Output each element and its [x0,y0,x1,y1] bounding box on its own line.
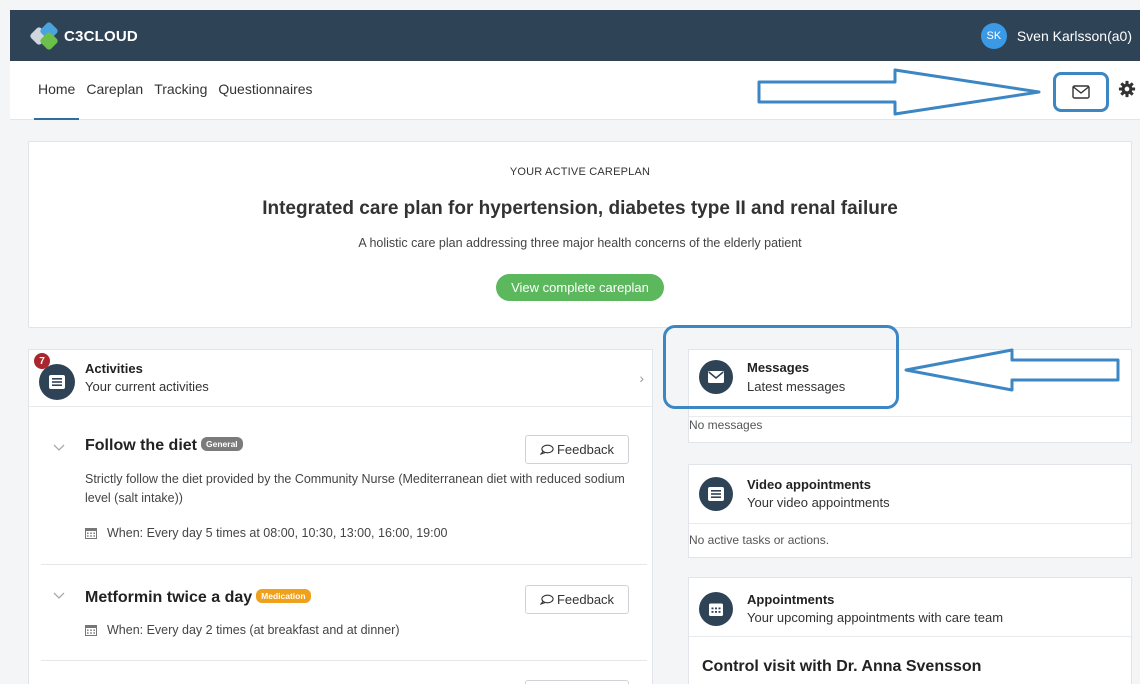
video-appointments-subtitle: Your video appointments [747,495,890,510]
chevron-down-icon[interactable] [53,442,65,454]
careplan-label: YOUR ACTIVE CAREPLAN [509,166,651,178]
general-tag: General [201,437,243,451]
divider [41,660,647,661]
activity-schedule: When: Every day 2 times (at breakfast an… [85,623,400,637]
calendar-icon [85,625,97,636]
feedback-button-partial[interactable] [525,680,629,684]
envelope-icon [1072,85,1090,99]
medication-tag: Medication [256,589,311,603]
active-careplan-card: YOUR ACTIVE CAREPLAN Integrated care pla… [28,141,1132,328]
activity-description: Strictly follow the diet provided by the… [85,472,625,505]
careplan-title: Integrated care plan for hypertension, d… [262,198,898,219]
logo-text: C3CLOUD [64,27,138,45]
divider [41,564,647,565]
tab-tracking[interactable]: Tracking [150,61,211,120]
careplan-description: A holistic care plan addressing three ma… [358,236,802,250]
activities-panel: 7 Activities Your current activities › F… [28,349,653,684]
view-careplan-button[interactable]: View complete careplan [496,274,664,301]
tab-careplan[interactable]: Careplan [82,61,147,120]
gear-icon[interactable] [1118,80,1136,98]
activities-count-badge: 7 [34,353,50,369]
activities-icon [39,364,75,400]
tab-questionnaires[interactable]: Questionnaires [214,61,316,120]
messages-button[interactable] [1053,72,1109,112]
appointments-icon [699,592,733,626]
video-appointments-icon [699,477,733,511]
speech-bubble-icon [539,594,554,605]
appointments-subtitle: Your upcoming appointments with care tea… [747,610,1004,625]
user-name: Sven Karlsson(a0) [1016,28,1132,44]
chevron-right-icon: › [639,370,644,386]
logo-icon [29,21,64,51]
activities-title: Activities [85,361,143,376]
top-bar: C3CLOUD SK Sven Karlsson(a0) [10,10,1140,61]
main-tabs: Home Careplan Tracking Questionnaires [34,61,320,120]
feedback-button[interactable]: Feedback [525,585,629,614]
avatar: SK [980,23,1007,49]
tab-home[interactable]: Home [34,61,80,120]
annotation-highlight-messages [663,325,899,409]
appointment-item-title[interactable]: Control visit with Dr. Anna Svensson [702,658,981,676]
video-appointments-title: Video appointments [747,477,871,492]
messages-empty: No messages [689,416,1131,432]
activities-subtitle: Your current activities [85,379,209,394]
user-menu[interactable]: SK Sven Karlsson(a0) [980,23,1132,49]
app-logo[interactable]: C3CLOUD [29,21,138,51]
speech-bubble-icon [539,444,554,455]
activity-title: Follow the diet General [85,437,243,455]
chevron-down-icon[interactable] [53,590,65,602]
appointments-panel: Appointments Your upcoming appointments … [688,577,1132,684]
calendar-icon [85,528,97,539]
activities-header[interactable]: 7 Activities Your current activities › [29,350,652,407]
activity-schedule: When: Every day 5 times at 08:00, 10:30,… [85,526,448,540]
appointments-title: Appointments [747,592,835,607]
feedback-button[interactable]: Feedback [525,435,629,464]
video-appointments-panel: Video appointments Your video appointmen… [688,464,1132,558]
activity-title: Metformin twice a day Medication [85,589,311,607]
video-appointments-empty: No active tasks or actions. [689,523,1131,558]
annotation-arrow-messages [904,348,1120,392]
annotation-arrow-mail [757,68,1041,116]
